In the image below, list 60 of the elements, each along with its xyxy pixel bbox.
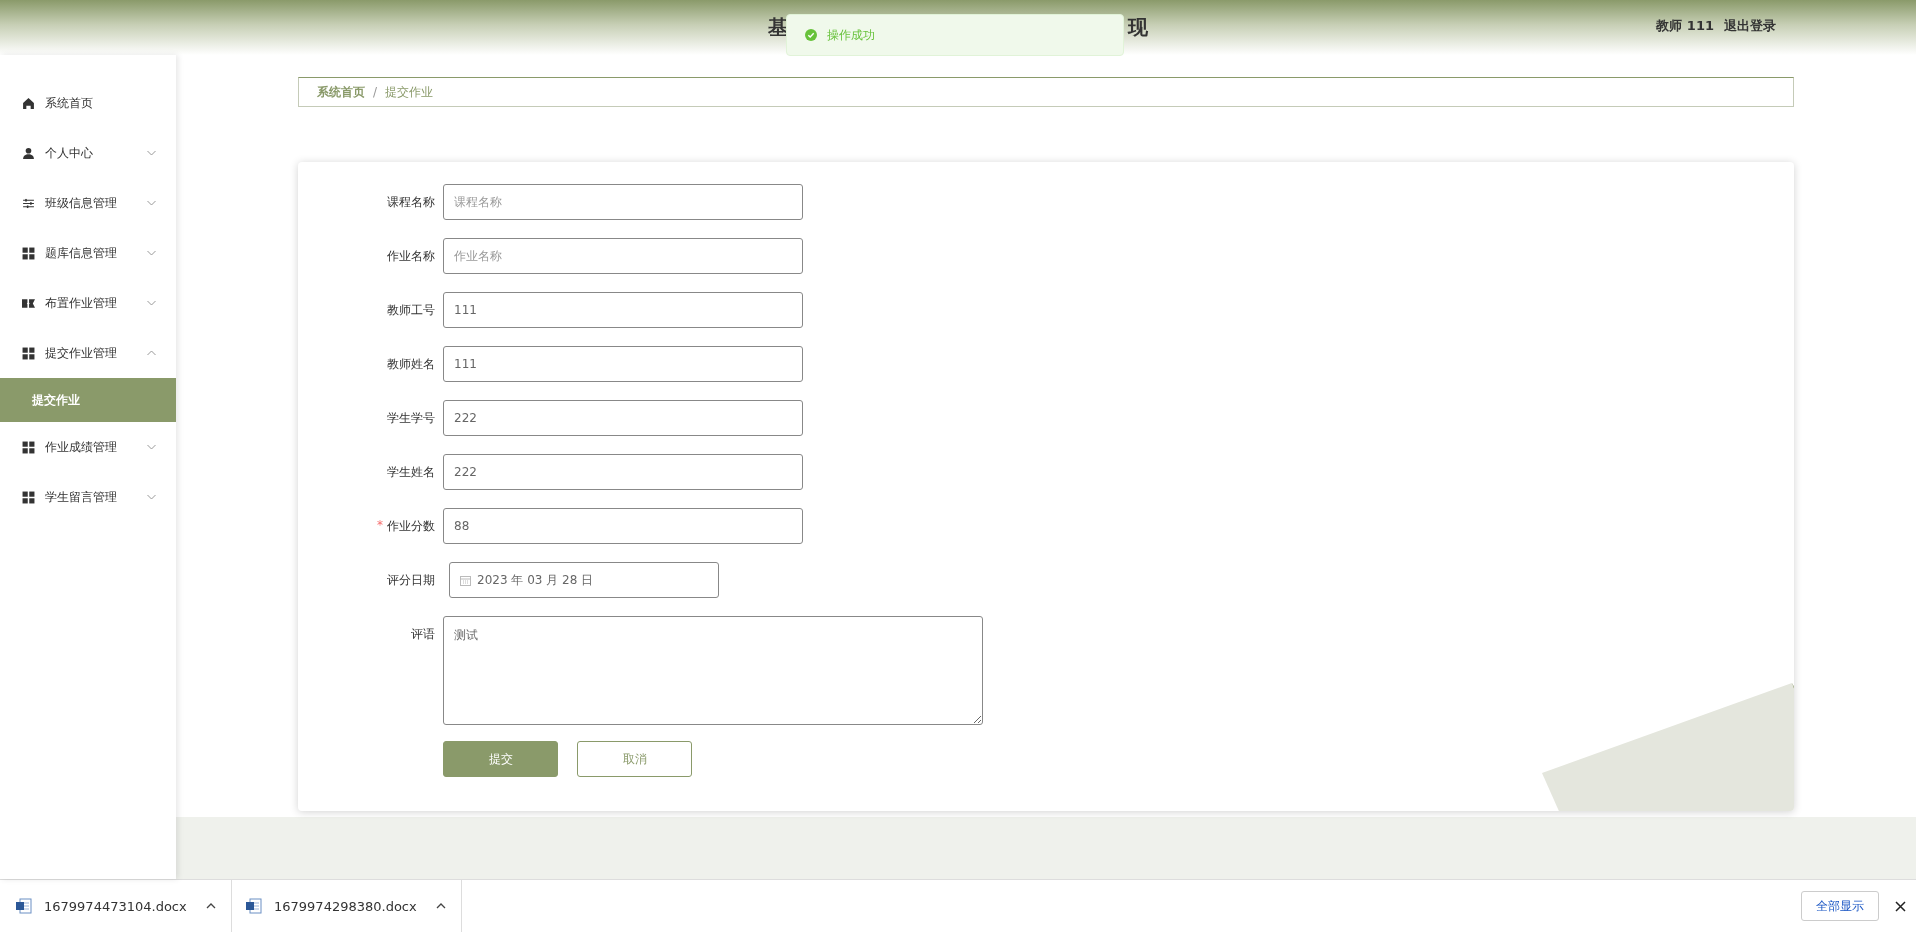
close-icon[interactable] bbox=[1895, 900, 1906, 912]
menu-item[interactable]: 班级信息管理 bbox=[0, 178, 176, 228]
field-label: 课程名称 bbox=[387, 193, 435, 211]
menu-item[interactable]: 布置作业管理 bbox=[0, 278, 176, 328]
field-label: 学生学号 bbox=[387, 409, 435, 427]
chevron-down-icon bbox=[147, 200, 156, 206]
grid-icon bbox=[22, 440, 35, 454]
breadcrumb-link[interactable]: 提交作业 bbox=[385, 83, 434, 101]
check-circle-icon bbox=[805, 29, 817, 41]
chevron-down-icon bbox=[147, 150, 156, 156]
sliders-icon bbox=[22, 196, 35, 210]
input-field[interactable]: 111 bbox=[443, 346, 803, 382]
grid-icon bbox=[22, 346, 35, 360]
cancel-button[interactable]: 取消 bbox=[577, 741, 692, 777]
chevron-down-icon bbox=[147, 494, 156, 500]
field-label: 教师姓名 bbox=[387, 355, 435, 373]
field-label: 作业分数 bbox=[387, 517, 435, 535]
file-name: 1679974473104.docx bbox=[44, 898, 188, 914]
file-name: 1679974298380.docx bbox=[274, 898, 418, 914]
person-icon bbox=[22, 146, 35, 160]
logout-link[interactable]: 退出登录 bbox=[1724, 17, 1776, 35]
required-asterisk: * bbox=[377, 517, 383, 534]
menu-item[interactable]: 题库信息管理 bbox=[0, 228, 176, 278]
input-field[interactable]: 222 bbox=[443, 400, 803, 436]
menu-item[interactable]: 作业成绩管理 bbox=[0, 422, 176, 472]
site-title: 基 bbox=[768, 14, 788, 41]
field-label: 作业名称 bbox=[387, 247, 435, 265]
menu-item[interactable]: 系统首页 bbox=[0, 78, 176, 128]
show-all-button[interactable]: 全部显示 bbox=[1801, 891, 1879, 921]
chevron-down-icon bbox=[147, 300, 156, 306]
input-field[interactable]: 课程名称 bbox=[443, 184, 803, 220]
chevron-up-icon[interactable] bbox=[436, 903, 446, 909]
input-field[interactable]: 88 bbox=[443, 508, 803, 544]
field-label: 教师工号 bbox=[387, 301, 435, 319]
site-title: 现 bbox=[1128, 14, 1148, 41]
calendar-icon bbox=[460, 574, 471, 586]
menu-item[interactable]: 个人中心 bbox=[0, 128, 176, 178]
toast-message: 操作成功 bbox=[827, 26, 875, 44]
document-icon bbox=[246, 898, 262, 914]
input-field[interactable]: 111 bbox=[443, 292, 803, 328]
document-icon bbox=[16, 898, 32, 914]
breadcrumb-separator: / bbox=[373, 85, 378, 99]
input-field[interactable]: 222 bbox=[443, 454, 803, 490]
comment-textarea[interactable]: 测试 bbox=[443, 616, 983, 725]
input-field[interactable]: 作业名称 bbox=[443, 238, 803, 274]
user-name: 教师 111 bbox=[1656, 17, 1714, 35]
chevron-down-icon bbox=[147, 444, 156, 450]
grid-icon bbox=[22, 490, 35, 504]
chevron-down-icon bbox=[147, 250, 156, 256]
ticket-icon bbox=[22, 296, 35, 310]
field-label: 学生姓名 bbox=[387, 463, 435, 481]
field-label: 评分日期 bbox=[387, 571, 435, 589]
chevron-up-icon[interactable] bbox=[206, 903, 216, 909]
chevron-up-icon bbox=[147, 350, 156, 356]
field-label: 评语 bbox=[411, 626, 435, 643]
grid-icon bbox=[22, 246, 35, 260]
menu-item[interactable]: 提交作业管理 bbox=[0, 328, 176, 378]
home-icon bbox=[22, 96, 35, 110]
date-field[interactable]: 2023 年 03 月 28 日 bbox=[449, 562, 719, 598]
menu-item[interactable]: 学生留言管理 bbox=[0, 472, 176, 522]
